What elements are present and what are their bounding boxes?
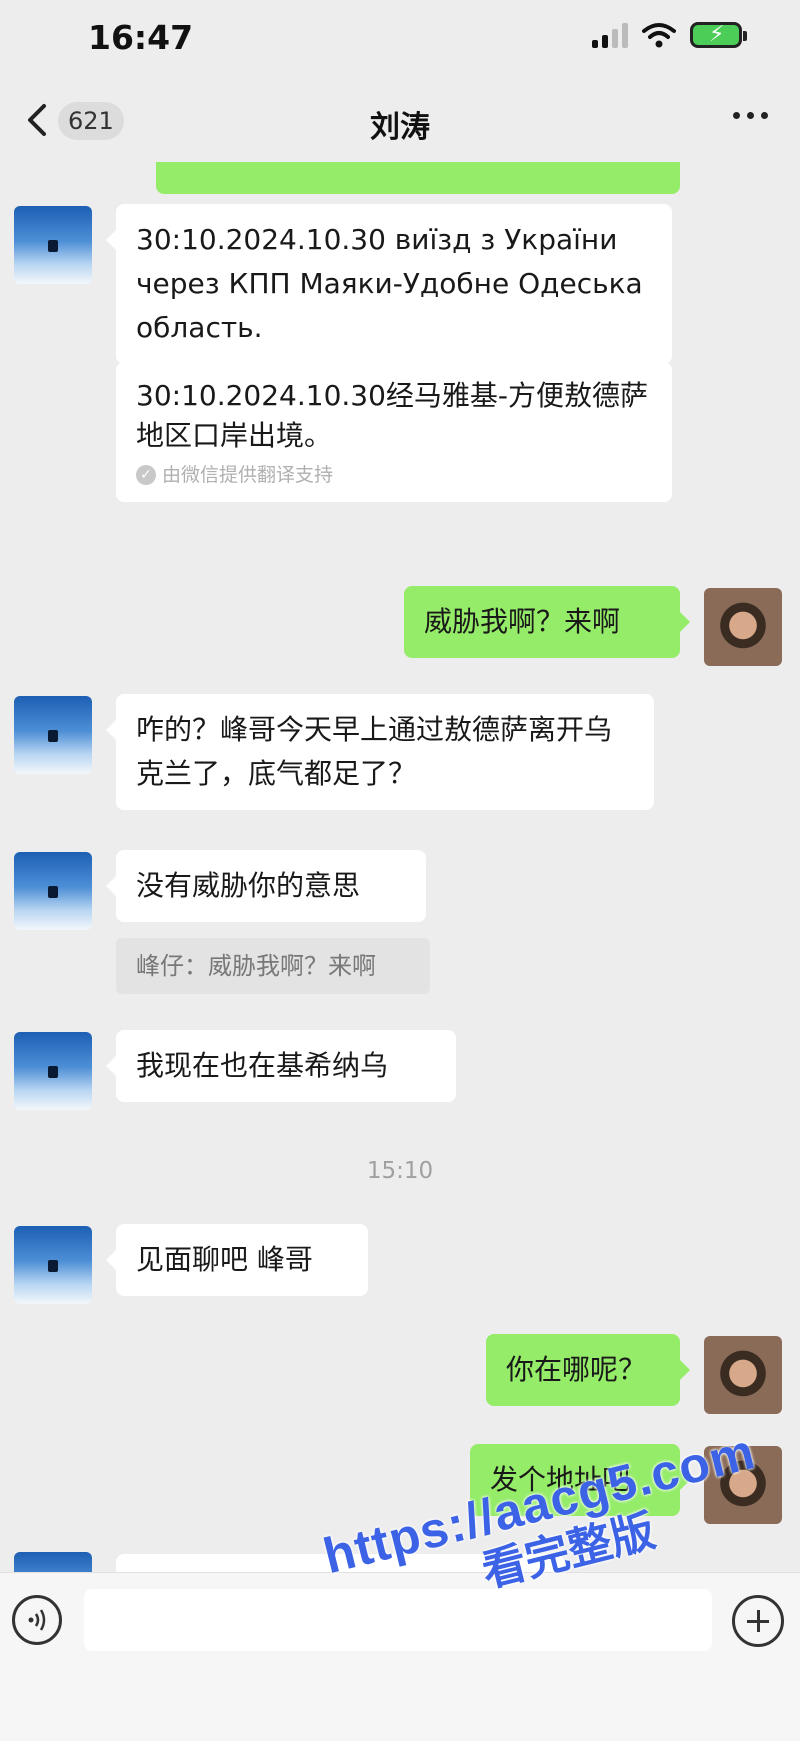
outgoing-message[interactable]: 你在哪呢？: [486, 1334, 690, 1406]
cellular-signal-icon: [592, 22, 628, 48]
incoming-message[interactable]: 我现在也在基希纳乌: [106, 1030, 456, 1102]
contact-avatar[interactable]: [14, 1226, 92, 1304]
wifi-icon: [642, 23, 676, 48]
incoming-message[interactable]: 没有威胁你的意思: [106, 850, 426, 922]
partial-outgoing-bubble: [156, 162, 680, 194]
more-functions-plus-button[interactable]: [732, 1595, 784, 1647]
voice-icon: [28, 1609, 46, 1631]
my-avatar[interactable]: [704, 588, 782, 666]
translation-bubble[interactable]: 30:10.2024.10.30经马雅基-方便敖德萨地区口岸出境。 ✓ 由微信提…: [116, 362, 672, 502]
contact-avatar[interactable]: [14, 852, 92, 930]
check-circle-icon: ✓: [136, 465, 156, 485]
my-avatar[interactable]: [704, 1336, 782, 1414]
message-timestamp: 15:10: [366, 1158, 434, 1184]
translation-note-text: 由微信提供翻译支持: [162, 464, 334, 486]
chat-header: 621 刘涛: [0, 80, 800, 162]
quoted-message[interactable]: 峰仔：威胁我啊？来啊: [116, 938, 430, 994]
status-time: 16:47: [88, 18, 194, 57]
voice-input-button[interactable]: [12, 1595, 62, 1645]
status-icons: ⚡: [592, 22, 747, 48]
partial-contact-avatar: [14, 1552, 92, 1572]
translation-note: ✓ 由微信提供翻译支持: [136, 462, 652, 488]
incoming-message[interactable]: 见面聊吧 峰哥: [106, 1224, 368, 1296]
outgoing-message[interactable]: 威胁我啊？来啊: [404, 586, 690, 658]
chat-title: 刘涛: [370, 110, 430, 145]
contact-avatar[interactable]: [14, 206, 92, 284]
status-bar: 16:47 ⚡: [0, 0, 800, 80]
more-options-icon[interactable]: [733, 112, 768, 119]
contact-avatar[interactable]: [14, 696, 92, 774]
translation-text: 30:10.2024.10.30经马雅基-方便敖德萨地区口岸出境。: [136, 379, 649, 452]
battery-charging-icon: ⚡: [690, 22, 747, 48]
message-list[interactable]: 30:10.2024.10.30 виїзд з України через К…: [0, 162, 800, 1572]
incoming-message[interactable]: 咋的？峰哥今天早上通过敖德萨离开乌克兰了，底气都足了？: [106, 694, 654, 810]
incoming-message[interactable]: 30:10.2024.10.30 виїзд з України через К…: [106, 204, 672, 364]
contact-avatar[interactable]: [14, 1032, 92, 1110]
